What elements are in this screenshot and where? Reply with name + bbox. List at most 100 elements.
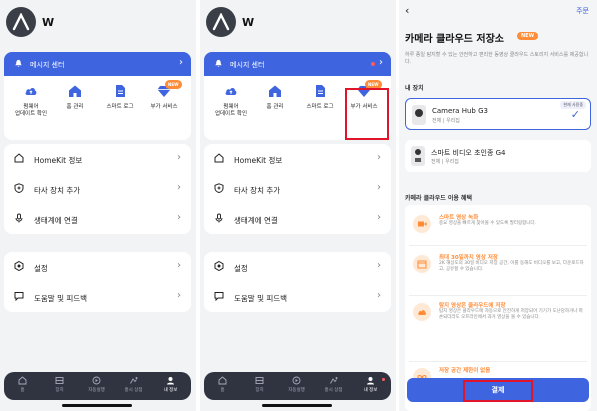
quick-firmware-update[interactable]: 펌웨어 업데이트 확인 xyxy=(208,84,254,118)
quick-label: 부가 서비스 xyxy=(150,104,178,110)
store-tab-icon xyxy=(130,377,138,384)
cloud-icon xyxy=(413,303,431,321)
quick-actions: 펌웨어 업데이트 확인 홈 관리 스마트 로그 NEW 부가 서비스 xyxy=(4,76,191,140)
store-tab-icon xyxy=(330,377,338,384)
microphone-icon xyxy=(215,213,223,223)
tab-label: 홈 xyxy=(20,388,25,393)
tab-store[interactable]: 홍시 상점 xyxy=(315,376,352,393)
profile-header: W xyxy=(200,0,396,48)
check-icon: ✓ xyxy=(570,108,580,121)
calendar-icon xyxy=(413,255,431,273)
menu-label: 도움말 및 피드백 xyxy=(34,294,88,303)
quick-label: 업데이트 확인 xyxy=(214,111,248,117)
doorbell-thumbnail-icon xyxy=(411,146,425,166)
username: W xyxy=(42,16,55,29)
tab-devices[interactable]: 장치 xyxy=(41,376,78,393)
divider xyxy=(409,361,587,362)
unread-dot xyxy=(382,378,385,381)
quick-home-management[interactable]: 홈 관리 xyxy=(52,84,98,111)
quick-label: 스마트 로그 xyxy=(306,104,334,110)
menu-label: HomeKit 정보 xyxy=(34,156,83,165)
device-card-doorbell[interactable]: 스마트 비디오 초인종 G4 전체 | 우리집 xyxy=(405,140,591,172)
menu-settings[interactable]: 설정 › xyxy=(4,252,191,282)
benefit-desc: 탐지 영상은 클라우드에 자동으로 안전하게 저장되어 기기가 도난당하거나 파… xyxy=(439,309,583,320)
home-indicator xyxy=(262,404,332,407)
new-badge: NEW xyxy=(165,80,182,89)
tab-store[interactable]: 홍시 상점 xyxy=(115,376,152,393)
shield-add-icon xyxy=(14,183,24,193)
message-center-banner[interactable]: 메시지 센터 › xyxy=(4,52,191,76)
chevron-left-icon[interactable]: ‹ xyxy=(405,4,409,17)
quick-smart-log[interactable]: 스마트 로그 xyxy=(297,84,343,111)
menu-connect-ecosystem[interactable]: 생태계에 연결 › xyxy=(204,204,391,234)
quick-smart-log[interactable]: 스마트 로그 xyxy=(97,84,143,111)
menu-connect-ecosystem[interactable]: 생태계에 연결 › xyxy=(4,204,191,234)
quick-label: 홈 관리 xyxy=(66,104,84,110)
quick-home-management[interactable]: 홈 관리 xyxy=(252,84,298,111)
device-name: 스마트 비디오 초인종 G4 xyxy=(431,149,506,157)
menu-add-third-party[interactable]: 타사 장치 추가 › xyxy=(4,174,191,204)
message-center-label: 메시지 센터 xyxy=(230,61,265,69)
profile-screen-2: W 메시지 센터 › 펌웨어 업데이트 확인 홈 관리 스마트 로그 NEW 부… xyxy=(200,0,396,411)
benefit-desc: 2K 해상도의 30일 비디오 저장 공간, 이를 동해도 비디오를 보고, 다… xyxy=(439,261,584,272)
home-tab-icon xyxy=(18,376,27,385)
tab-label: 장치 xyxy=(55,388,64,393)
tab-label: 자동실행 xyxy=(288,388,305,393)
avatar[interactable] xyxy=(206,7,236,37)
quick-label: 업데이트 확인 xyxy=(14,111,48,117)
tab-profile[interactable]: 내 정보 xyxy=(352,376,389,393)
tab-home[interactable]: 홈 xyxy=(4,376,41,393)
divider xyxy=(409,295,587,296)
highlight-addon-services xyxy=(345,88,389,140)
quick-label: 홈 관리 xyxy=(266,104,284,110)
order-link[interactable]: 주문 xyxy=(576,6,589,16)
tab-label: 내 정보 xyxy=(163,388,178,393)
tab-automation[interactable]: 자동실행 xyxy=(78,376,115,393)
tab-label: 내 정보 xyxy=(363,388,378,393)
menu-add-third-party[interactable]: 타사 장치 추가 › xyxy=(204,174,391,204)
message-center-banner[interactable]: 메시지 센터 › xyxy=(204,52,391,76)
top-bar: ‹ 주문 xyxy=(399,0,597,22)
tab-devices[interactable]: 장치 xyxy=(241,376,278,393)
chevron-right-icon: › xyxy=(179,57,183,68)
benefit-desc: 중요 영상을 빠르게 찾아볼 수 있도록 필터링합니다. xyxy=(439,221,536,226)
menu-label: 설정 xyxy=(34,264,48,273)
cloud-upload-icon xyxy=(25,87,37,95)
home-icon xyxy=(69,85,81,97)
benefit-title: 스마트 영상 녹화 xyxy=(439,215,479,221)
tab-home[interactable]: 홈 xyxy=(204,376,241,393)
tab-automation[interactable]: 자동실행 xyxy=(278,376,315,393)
device-name: Camera Hub G3 xyxy=(432,107,488,115)
device-location: 전체 | 우리집 xyxy=(431,159,459,165)
menu-help-feedback[interactable]: 도움말 및 피드백 › xyxy=(4,282,191,312)
avatar[interactable] xyxy=(6,7,36,37)
quick-firmware-update[interactable]: 펌웨어 업데이트 확인 xyxy=(8,84,54,118)
username: W xyxy=(242,16,255,29)
quick-addon-services[interactable]: NEW 부가 서비스 xyxy=(141,80,187,111)
tab-label: 홍시 상점 xyxy=(124,388,143,393)
menu-label: 설정 xyxy=(234,264,248,273)
menu-label: 생태계에 연결 xyxy=(234,216,278,225)
benefit-title: 저장 공간 제한이 없음 xyxy=(439,368,491,374)
tab-profile[interactable]: 내 정보 xyxy=(152,376,189,393)
tab-label: 장치 xyxy=(255,388,264,393)
device-tab-icon xyxy=(55,377,64,384)
profile-tab-icon xyxy=(167,377,174,385)
benefit-title: 최대 30일까지 영상 저장 xyxy=(439,255,498,261)
menu-settings[interactable]: 설정 › xyxy=(204,252,391,282)
highlight-pay-button xyxy=(463,380,533,402)
chat-icon xyxy=(14,292,24,301)
menu-label: HomeKit 정보 xyxy=(234,156,283,165)
menu-card-2: 설정 › 도움말 및 피드백 › xyxy=(204,252,391,312)
devices-header: 내 장치 xyxy=(405,85,424,92)
shield-add-icon xyxy=(214,183,224,193)
menu-homekit-info[interactable]: HomeKit 정보 › xyxy=(4,144,191,174)
chevron-right-icon: › xyxy=(377,152,381,163)
device-card-camera-hub[interactable]: Camera Hub G3 전체 | 우리집 현재 사용중 ✓ xyxy=(405,98,591,130)
menu-homekit-info[interactable]: HomeKit 정보 › xyxy=(204,144,391,174)
chevron-right-icon: › xyxy=(377,212,381,223)
aqara-logo-icon xyxy=(12,13,30,31)
menu-label: 도움말 및 피드백 xyxy=(234,294,288,303)
menu-help-feedback[interactable]: 도움말 및 피드백 › xyxy=(204,282,391,312)
benefit-item: 최대 30일까지 영상 저장 2K 해상도의 30일 비디오 저장 공간, 이를… xyxy=(409,253,587,293)
